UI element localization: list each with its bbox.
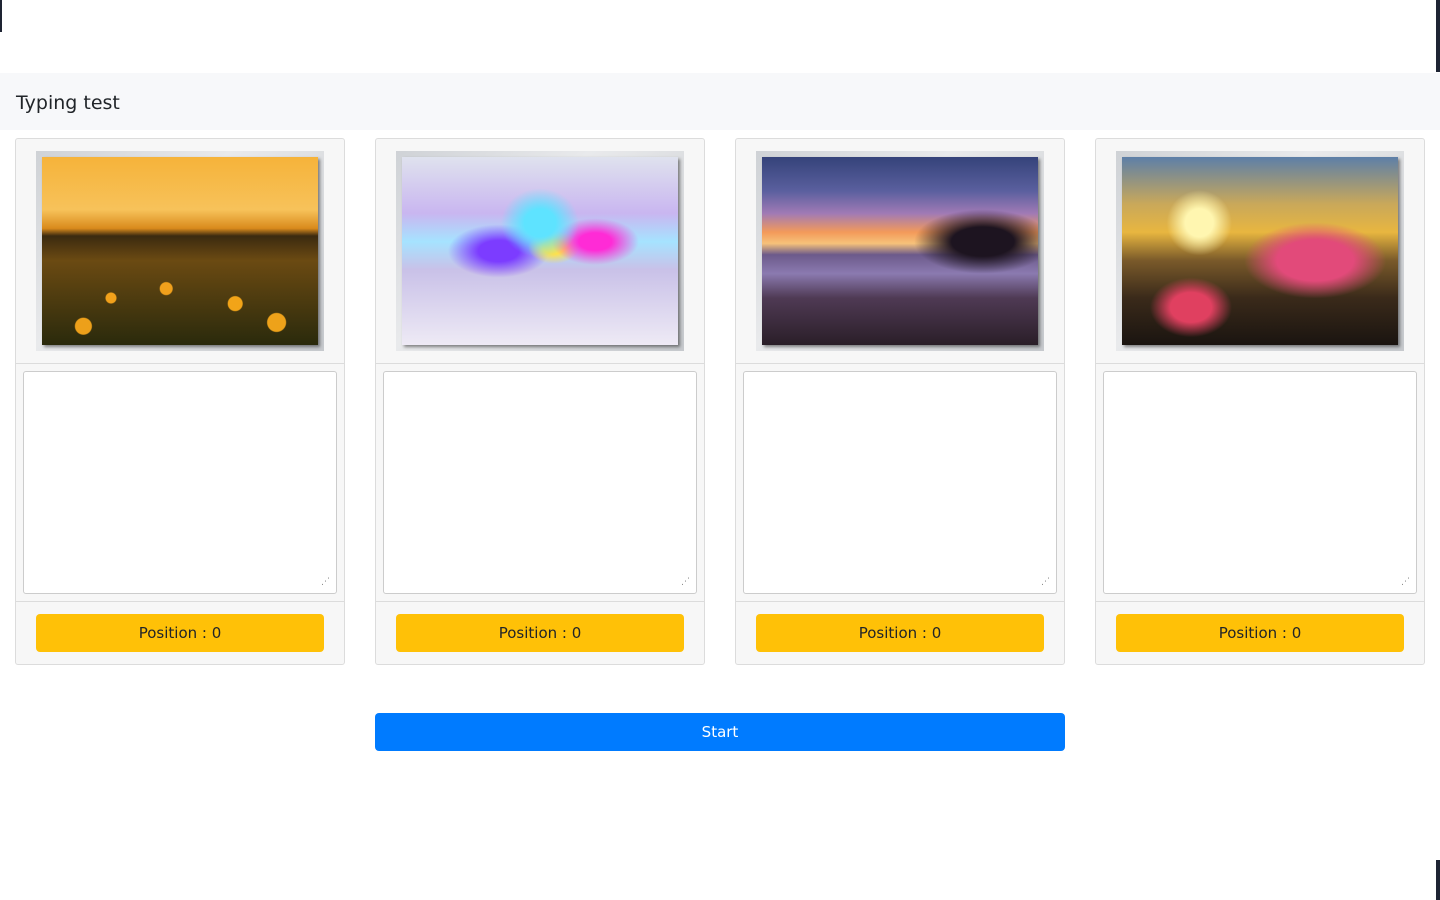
picture-frame [36,151,324,351]
picture-frame [756,151,1044,351]
typing-input-3[interactable] [743,371,1057,594]
typing-card-1: ⋰ Position : 0 [15,138,345,665]
resize-grip-icon[interactable]: ⋰ [1401,578,1410,587]
abstract-rainbow-image [402,157,678,345]
page-title: Typing test [16,92,120,114]
card-text-area: ⋰ [16,364,344,602]
card-image-area [16,139,344,364]
typing-input-1[interactable] [23,371,337,594]
typing-card-4: ⋰ Position : 0 [1095,138,1425,665]
card-text-area: ⋰ [376,364,704,602]
typing-input-2[interactable] [383,371,697,594]
start-button[interactable]: Start [375,713,1065,751]
resize-grip-icon[interactable]: ⋰ [321,578,330,587]
sunflower-field-image [42,157,318,345]
resize-grip-icon[interactable]: ⋰ [1041,578,1050,587]
typing-card-2: ⋰ Position : 0 [375,138,705,665]
card-image-area [736,139,1064,364]
typing-input-4[interactable] [1103,371,1417,594]
title-bar: Typing test [0,73,1440,130]
picture-frame [1116,151,1404,351]
top-bar [2,0,1436,73]
card-image-area [376,139,704,364]
position-button-4[interactable]: Position : 0 [1116,614,1404,652]
canal-bicycle-image [1122,157,1398,345]
card-text-area: ⋰ [736,364,1064,602]
card-image-area [1096,139,1424,364]
card-text-area: ⋰ [1096,364,1424,602]
position-button-3[interactable]: Position : 0 [756,614,1044,652]
window-edge-right [1436,0,1440,72]
window-edge-bottom-right [1436,860,1440,900]
position-button-2[interactable]: Position : 0 [396,614,684,652]
picture-frame [396,151,684,351]
beach-sunset-image [762,157,1038,345]
position-button-1[interactable]: Position : 0 [36,614,324,652]
typing-card-3: ⋰ Position : 0 [735,138,1065,665]
resize-grip-icon[interactable]: ⋰ [681,578,690,587]
